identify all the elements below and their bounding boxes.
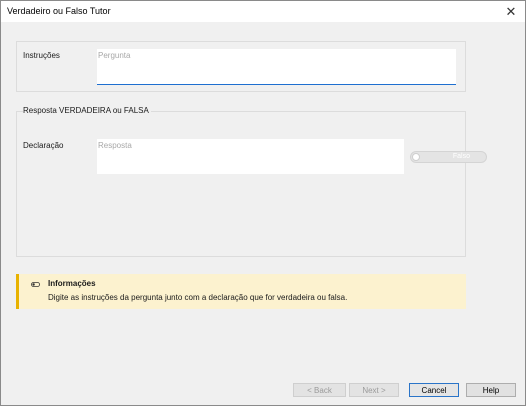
true-false-toggle[interactable]: Falso [410,151,487,163]
cancel-button[interactable]: Cancel [409,383,459,397]
close-icon: ✕ [505,3,517,19]
info-text: Digite as instruções da pergunta junto c… [48,293,348,302]
instructions-label: Instruções [23,51,60,60]
toggle-icon [31,282,40,287]
info-banner: Informações Digite as instruções da perg… [16,274,466,309]
toggle-label: Falso [452,153,470,160]
declaration-label: Declaração [23,141,64,150]
close-button[interactable]: ✕ [497,1,525,22]
dialog-content: Instruções Resposta VERDADEIRA ou FALSA … [1,22,525,405]
answer-group [16,111,466,257]
back-button[interactable]: < Back [293,383,346,397]
dialog-window: Verdadeiro ou Falso Tutor ✕ Instruções R… [0,0,526,406]
help-button[interactable]: Help [466,383,516,397]
answer-group-title: Resposta VERDADEIRA ou FALSA [23,106,151,115]
question-input[interactable] [97,49,456,85]
window-title: Verdadeiro ou Falso Tutor [7,6,111,16]
toggle-knob [412,153,420,161]
answer-input[interactable] [97,139,404,174]
next-button[interactable]: Next > [349,383,399,397]
title-bar: Verdadeiro ou Falso Tutor ✕ [1,1,525,22]
info-title: Informações [48,279,96,288]
